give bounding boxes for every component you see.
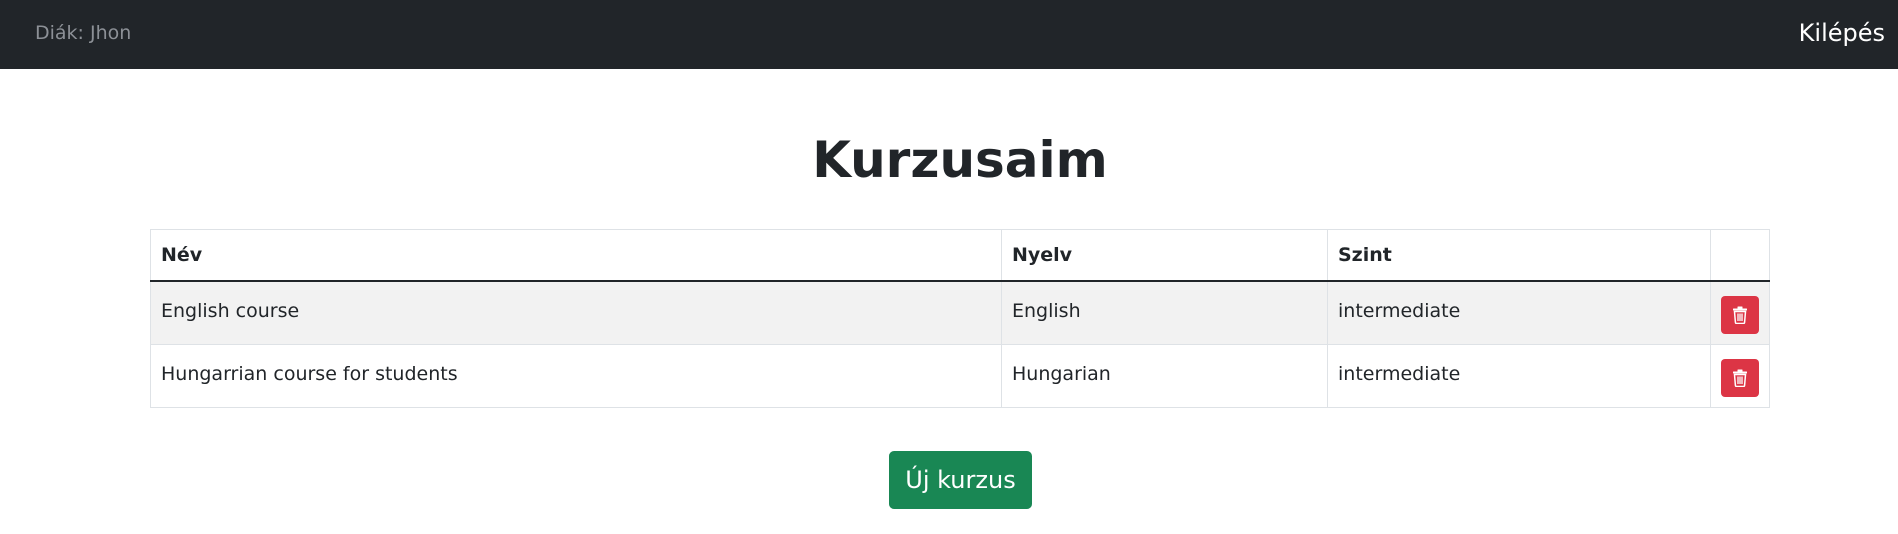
delete-course-button[interactable] — [1721, 359, 1759, 397]
course-language-cell: Hungarian — [1001, 344, 1328, 408]
logout-link[interactable]: Kilépés — [1799, 19, 1885, 47]
column-header-level: Szint — [1327, 229, 1711, 282]
course-action-cell — [1710, 344, 1770, 408]
table-row: Hungarrian course for students Hungarian… — [150, 344, 1770, 408]
table-header-row: Név Nyelv Szint — [150, 229, 1770, 282]
table-row: English course English intermediate — [150, 280, 1770, 345]
current-user-label: Diák: Jhon — [35, 22, 132, 44]
course-language-cell: English — [1001, 280, 1328, 345]
page-title: Kurzusaim — [812, 131, 1108, 189]
column-header-name: Név — [150, 229, 1002, 282]
column-header-actions — [1710, 229, 1770, 282]
course-level-cell: intermediate — [1327, 344, 1711, 408]
delete-course-button[interactable] — [1721, 296, 1759, 334]
courses-table: Név Nyelv Szint English course English i… — [150, 229, 1770, 408]
course-name-cell: English course — [150, 280, 1002, 345]
top-navbar: Diák: Jhon Kilépés — [0, 0, 1898, 69]
trash-icon — [1733, 306, 1747, 324]
column-header-language: Nyelv — [1001, 229, 1328, 282]
trash-icon — [1733, 369, 1747, 387]
new-course-button[interactable]: Új kurzus — [889, 451, 1032, 509]
courses-table-container: Név Nyelv Szint English course English i… — [150, 229, 1770, 408]
course-level-cell: intermediate — [1327, 280, 1711, 345]
course-name-cell: Hungarrian course for students — [150, 344, 1002, 408]
course-action-cell — [1710, 280, 1770, 345]
